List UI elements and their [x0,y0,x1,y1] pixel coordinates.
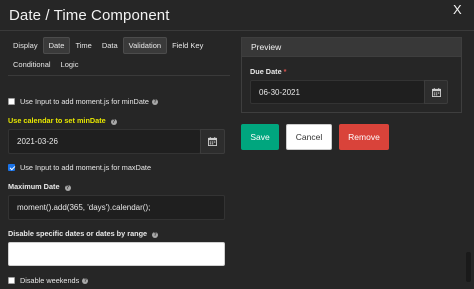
max-moment-label: Use Input to add moment.js for maxDate [20,163,151,172]
scrollbar[interactable] [466,252,471,282]
max-moment-checkbox[interactable] [8,164,15,171]
tab-data[interactable]: Data [97,37,123,54]
max-date-value: moment().add(365, 'days').calendar(); [17,203,151,212]
disable-dates-input[interactable] [8,242,225,266]
header-divider [0,30,474,31]
save-button[interactable]: Save [241,124,279,150]
cancel-button[interactable]: Cancel [286,124,332,150]
tab-conditional[interactable]: Conditional [8,56,56,73]
tab-validation[interactable]: Validation [122,37,168,54]
due-date-input[interactable]: 06-30-2021 [250,80,425,104]
calendar-icon [208,137,217,146]
close-icon[interactable]: X [453,2,462,17]
tab-field-key[interactable]: Field Key [167,37,208,54]
calendar-icon [431,87,441,97]
help-icon: ? [82,277,89,284]
max-date-input[interactable]: moment().add(365, 'days').calendar(); [8,195,225,220]
disable-weekends-checkbox[interactable] [8,277,15,284]
tab-date[interactable]: Date [42,37,71,54]
min-date-value: 2021-03-26 [17,137,58,146]
tab-logic[interactable]: Logic [56,56,84,73]
help-icon: ? [64,185,71,191]
max-moment-row: Use Input to add moment.js for maxDate [8,163,151,172]
tab-bar: Display Date Time Data Validation Field … [8,37,230,73]
required-marker: * [283,67,287,76]
due-date-label: Due Date * [250,67,287,76]
preview-heading: Preview [242,38,461,57]
max-date-label-text: Maximum Date [8,182,60,191]
tab-time[interactable]: Time [70,37,96,54]
min-calendar-label-text: Use calendar to set minDate [8,116,106,125]
help-icon: ? [152,232,159,238]
tabs-divider [8,75,230,76]
min-date-input[interactable]: 2021-03-26 [8,129,201,154]
due-date-value: 06-30-2021 [259,87,300,97]
disable-weekends-row: Disable weekends ? [8,276,89,285]
tab-display[interactable]: Display [8,37,43,54]
remove-button[interactable]: Remove [339,124,389,150]
min-moment-checkbox[interactable] [8,98,15,105]
date-time-component-dialog: Date / Time Component X Display Date Tim… [0,0,474,289]
min-calendar-label: Use calendar to set minDate ? [8,116,117,125]
dialog-title: Date / Time Component [9,7,170,24]
min-moment-row: Use Input to add moment.js for minDate ? [8,97,158,106]
help-icon: ? [151,98,158,105]
disable-dates-label: Disable specific dates or dates by range… [8,229,159,238]
min-moment-label: Use Input to add moment.js for minDate [20,97,149,106]
disable-dates-label-text: Disable specific dates or dates by range [8,229,148,238]
max-date-label: Maximum Date ? [8,182,71,191]
disable-weekends-label: Disable weekends [20,276,80,285]
due-date-label-text: Due Date [250,67,282,76]
min-date-calendar-button[interactable] [200,129,225,154]
help-icon: ? [110,119,117,125]
due-date-calendar-button[interactable] [424,80,448,104]
